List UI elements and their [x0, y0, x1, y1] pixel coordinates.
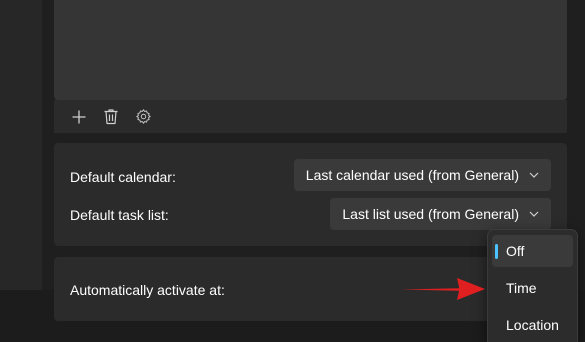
items-list-box[interactable] — [54, 0, 567, 100]
trash-icon[interactable] — [102, 108, 120, 126]
default-calendar-dropdown[interactable]: Last calendar used (from General) — [293, 159, 551, 191]
default-calendar-label: Default calendar: — [70, 169, 176, 185]
gear-icon[interactable] — [134, 108, 152, 126]
menu-item-label: Location — [506, 317, 559, 333]
selection-indicator — [495, 244, 498, 259]
activation-dropdown-menu: Off Time Location — [487, 229, 578, 342]
menu-item-label: Time — [506, 280, 537, 296]
menu-item-time[interactable]: Time — [492, 272, 573, 304]
chevron-down-icon — [529, 172, 539, 178]
left-sidebar-pane — [0, 0, 42, 290]
red-arrow-annotation — [401, 278, 485, 300]
default-task-list-value: Last list used (from General) — [342, 206, 519, 222]
menu-item-location[interactable]: Location — [492, 309, 573, 341]
auto-activate-label: Automatically activate at: — [70, 282, 225, 298]
settings-window: Default calendar: Last calendar used (fr… — [0, 0, 585, 342]
menu-item-off[interactable]: Off — [492, 235, 573, 267]
menu-item-label: Off — [506, 243, 525, 259]
plus-icon[interactable] — [70, 108, 88, 126]
default-calendar-value: Last calendar used (from General) — [305, 167, 519, 183]
chevron-down-icon — [529, 211, 539, 217]
list-toolbar — [54, 100, 567, 133]
default-task-list-dropdown[interactable]: Last list used (from General) — [330, 198, 551, 230]
default-task-list-label: Default task list: — [70, 207, 169, 223]
